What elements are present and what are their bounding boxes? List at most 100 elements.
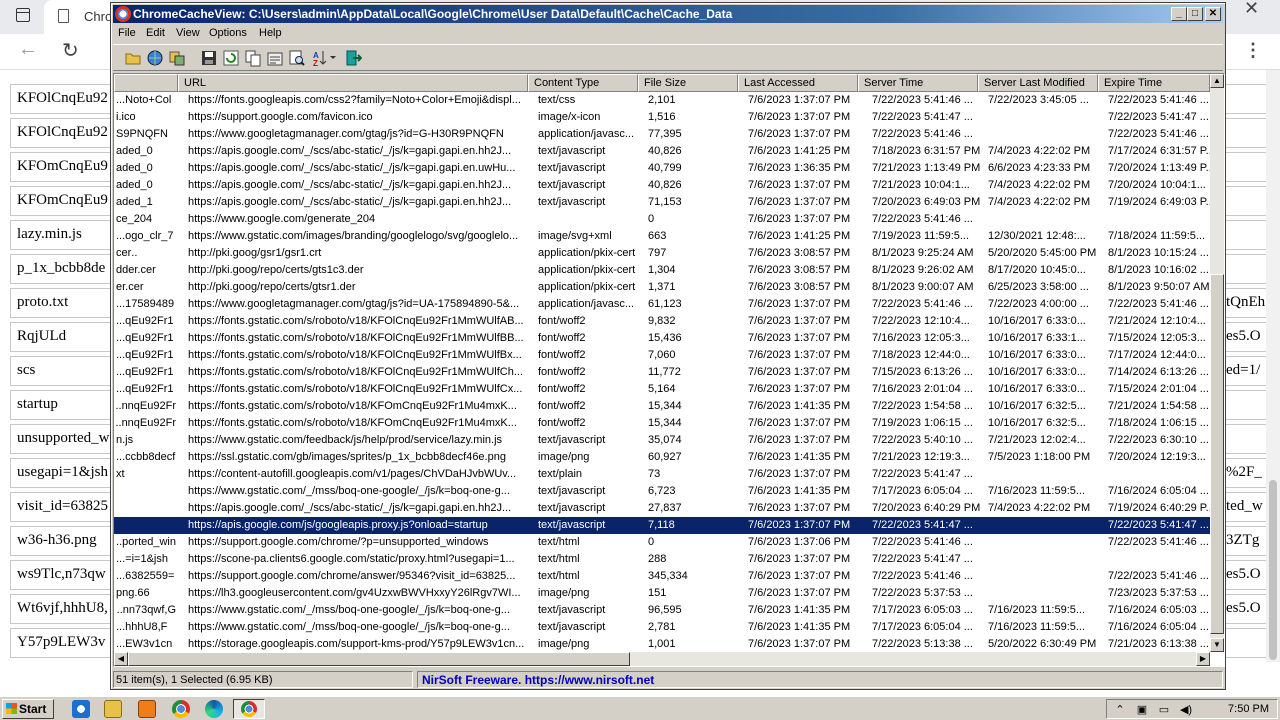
table-row[interactable]: ccbb8decf... https://ssl.gstatic.com/gb/i…	[114, 449, 1210, 466]
background-right-item[interactable]	[1226, 390, 1268, 420]
table-row[interactable]: qEu92Fr1... https://fonts.gstatic.com/s/r…	[114, 313, 1210, 330]
table-row[interactable]: aded_0 https://apis.google.com/_/scs/abc-…	[114, 177, 1210, 194]
table-row[interactable]: 17589489... https://www.googletagmanager.…	[114, 296, 1210, 313]
background-right-item[interactable]	[1226, 628, 1268, 658]
network-icon[interactable]: ▣	[1135, 703, 1149, 716]
col-header-filename[interactable]	[114, 74, 178, 92]
background-list-item[interactable]: Wt6vjf,hhhU8,	[10, 594, 110, 624]
background-right-item[interactable]	[1226, 254, 1268, 284]
background-list-item[interactable]: unsupported_w	[10, 424, 110, 454]
scroll-right-button[interactable]: ▶	[1196, 652, 1210, 666]
reload-icon[interactable]: ↻	[62, 38, 79, 63]
background-right-item[interactable]: _%2F	[1226, 458, 1268, 488]
table-row[interactable]: =6382559... https://support.google.com/ch…	[114, 568, 1210, 585]
col-header-last-accessed[interactable]: Last Accessed	[738, 74, 858, 92]
col-header-file-size[interactable]: File Size	[638, 74, 738, 92]
background-right-item[interactable]: es5.O	[1226, 594, 1268, 624]
background-right-item[interactable]	[1226, 186, 1268, 216]
display-icon[interactable]: ▭	[1157, 703, 1171, 716]
background-list-item[interactable]: proto.txt	[10, 288, 110, 318]
table-row[interactable]: qEu92Fr1... https://fonts.gstatic.com/s/r…	[114, 330, 1210, 347]
table-row[interactable]: https://apis.google.com/_/scs/abc-static…	[114, 500, 1210, 517]
table-row[interactable]: aded_0 https://apis.google.com/_/scs/abc-…	[114, 160, 1210, 177]
sort-icon[interactable]: AZ	[312, 49, 338, 67]
col-header-server-last-modified[interactable]: Server Last Modified	[978, 74, 1098, 92]
open-folder-icon[interactable]	[124, 49, 142, 67]
table-row[interactable]: ..cer http://pki.goog/gsr1/gsr1.crt applic…	[114, 245, 1210, 262]
table-row[interactable]: 66.png https://lh3.googleusercontent.com/…	[114, 585, 1210, 602]
table-row-selected[interactable]: https://apis.google.com/js/googleapis.pr…	[114, 517, 1210, 534]
table-row[interactable]: nnqEu92Fr... https://fonts.gstatic.com/s/…	[114, 398, 1210, 415]
scroll-down-button[interactable]: ▼	[1210, 638, 1224, 652]
background-list-item[interactable]: KFOmCnqEu9	[10, 186, 110, 216]
background-list-item[interactable]: w36-h36.png	[10, 526, 110, 556]
nirsoft-link[interactable]: NirSoft Freeware. https://www.nirsoft.ne…	[417, 671, 1223, 688]
save-icon[interactable]	[200, 49, 218, 67]
background-right-item[interactable]	[1226, 118, 1268, 148]
chrome-icon[interactable]	[172, 700, 190, 718]
table-row[interactable]: qEu92Fr1... https://fonts.gstatic.com/s/r…	[114, 364, 1210, 381]
table-row[interactable]: i=1&jsh=... https://scone-pa.clients6.goo…	[114, 551, 1210, 568]
background-list-item[interactable]: usegapi=1&jsh	[10, 458, 110, 488]
volume-icon[interactable]: ◀)	[1179, 703, 1193, 716]
menu-file[interactable]: File	[118, 27, 136, 39]
background-list-item[interactable]: startup	[10, 390, 110, 420]
table-row[interactable]: https://www.gstatic.com/_/mss/boq-one-go…	[114, 483, 1210, 500]
maximize-button[interactable]: □	[1187, 7, 1203, 21]
background-right-item[interactable]: es5.O	[1226, 560, 1268, 590]
background-list-item[interactable]: scs	[10, 356, 110, 386]
close-button[interactable]: ✕	[1205, 7, 1221, 21]
copy-icon[interactable]	[244, 49, 262, 67]
table-row[interactable]: xt https://content-autofill.googleapis.co…	[114, 466, 1210, 483]
table-row[interactable]: S9PNQFN https://www.googletagmanager.com/…	[114, 126, 1210, 143]
table-row[interactable]: qEu92Fr1... https://fonts.gstatic.com/s/r…	[114, 347, 1210, 364]
table-row[interactable]: er.cer http://pki.goog/repo/certs/gtsr1.d…	[114, 279, 1210, 296]
background-list-item[interactable]: ws9Tlc,n73qw	[10, 560, 110, 590]
table-row[interactable]: ce_204 https://www.google.com/generate_20…	[114, 211, 1210, 228]
ie-icon[interactable]	[72, 700, 90, 718]
vertical-scrollbar[interactable]: ▲ ▼	[1210, 74, 1224, 652]
background-right-item[interactable]: tQnEh	[1226, 288, 1268, 318]
table-row[interactable]: Noto+Col... https://fonts.googleapis.com/…	[114, 92, 1210, 109]
clock[interactable]: 7:50 PM	[1228, 703, 1269, 715]
table-row[interactable]: i.ico https://support.google.com/favicon.…	[114, 109, 1210, 126]
find-icon[interactable]	[288, 49, 306, 67]
background-right-item[interactable]: ted_w	[1226, 492, 1268, 522]
background-list-item[interactable]: visit_id=63825	[10, 492, 110, 522]
cache-list[interactable]: URL Content Type File Size Last Accessed Ser…	[113, 73, 1225, 667]
col-header-url[interactable]: URL	[178, 74, 528, 92]
background-list-item[interactable]: Y57p9LEW3v	[10, 628, 110, 658]
horizontal-scrollbar[interactable]: ◀ ▶	[114, 652, 1210, 666]
background-right-item[interactable]: es5.O	[1226, 322, 1268, 352]
table-row[interactable]: ogo_clr_7... https://www.gstatic.com/imag…	[114, 228, 1210, 245]
menu-options[interactable]: Options	[209, 27, 247, 39]
background-list-item[interactable]: p_1x_bcbb8de	[10, 254, 110, 284]
horizontal-scroll-thumb[interactable]	[128, 652, 630, 666]
refresh-icon[interactable]	[222, 49, 240, 67]
background-right-item[interactable]	[1226, 152, 1268, 182]
col-header-server-time[interactable]: Server Time	[858, 74, 978, 92]
table-row[interactable]: aded_1 https://apis.google.com/_/scs/abc-…	[114, 194, 1210, 211]
background-list-item[interactable]: RqjULd	[10, 322, 110, 352]
edge-icon[interactable]	[205, 700, 223, 718]
properties-icon[interactable]	[266, 49, 284, 67]
title-bar[interactable]: ChromeCacheView: C:\Users\admin\AppData\…	[113, 5, 1223, 23]
start-button[interactable]: Start	[2, 699, 54, 719]
background-right-item[interactable]	[1226, 220, 1268, 250]
menu-help[interactable]: Help	[259, 27, 282, 39]
table-row[interactable]: qEu92Fr1... https://fonts.gstatic.com/s/r…	[114, 381, 1210, 398]
minimize-button[interactable]: _	[1171, 7, 1187, 21]
table-row[interactable]: nnqEu92Fr... https://fonts.gstatic.com/s/…	[114, 415, 1210, 432]
background-list-item[interactable]: KFOlCnqEu92	[10, 84, 110, 114]
table-row[interactable]: ported_win... https://support.google.com/…	[114, 534, 1210, 551]
background-list-item[interactable]: KFOlCnqEu92	[10, 118, 110, 148]
table-row[interactable]: nn73qwf,G... https://www.gstatic.com/_/ms…	[114, 602, 1210, 619]
scroll-left-button[interactable]: ◀	[114, 652, 128, 666]
scroll-up-button[interactable]: ▲	[1210, 74, 1224, 88]
media-player-icon[interactable]	[138, 700, 156, 718]
browser-tab[interactable]: Chro	[44, 0, 114, 34]
background-list-item[interactable]: lazy.min.js	[10, 220, 110, 250]
menu-edit[interactable]: Edit	[146, 27, 165, 39]
taskbar-chromecacheview-button[interactable]	[233, 699, 265, 719]
background-right-item[interactable]	[1226, 84, 1268, 114]
